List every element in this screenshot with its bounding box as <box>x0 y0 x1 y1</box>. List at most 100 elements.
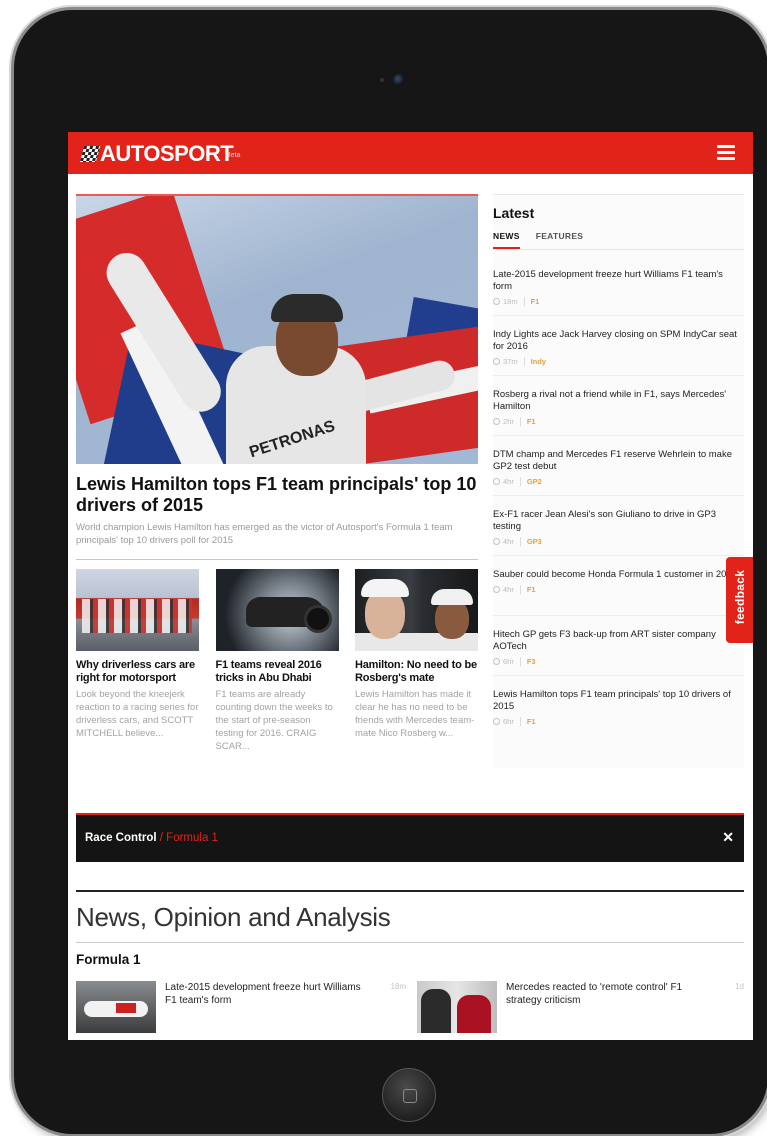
news-meta: 4hr GP3 <box>493 537 744 546</box>
card-description: Look beyond the kneejerk reaction to a r… <box>76 689 199 739</box>
race-control-bar[interactable]: Race Control / Formula 1 ✕ <box>76 813 744 862</box>
clock-icon <box>493 418 500 425</box>
chequered-flag-icon <box>79 146 101 162</box>
tab-news[interactable]: NEWS <box>493 231 520 249</box>
news-category[interactable]: GP3 <box>527 537 542 546</box>
section-divider <box>76 942 744 943</box>
hero-description: World champion Lewis Hamilton has emerge… <box>76 522 453 546</box>
news-title[interactable]: Indy Lights ace Jack Harvey closing on S… <box>493 329 744 353</box>
story-item[interactable]: Late-2015 development freeze hurt Willia… <box>76 981 406 1033</box>
clock-icon <box>493 478 500 485</box>
list-item[interactable]: Late-2015 development freeze hurt Willia… <box>493 256 744 316</box>
race-control-title: Race Control <box>85 832 157 844</box>
section-divider <box>76 559 478 560</box>
news-time: 6hr <box>503 717 514 726</box>
news-meta: 6hr F3 <box>493 657 744 666</box>
news-category[interactable]: F1 <box>527 417 536 426</box>
card-title[interactable]: Hamilton: No need to be Rosberg's mate <box>355 659 478 685</box>
news-title[interactable]: Ex-F1 racer Jean Alesi's son Giuliano to… <box>493 509 744 533</box>
news-time: 18m <box>503 297 518 306</box>
news-section-title: News, Opinion and Analysis <box>76 902 391 932</box>
story-title[interactable]: Mercedes reacted to 'remote control' F1 … <box>506 981 711 1007</box>
feedback-button[interactable]: feedback <box>726 557 753 643</box>
top-bar: AUTOSPORT Beta <box>68 132 753 174</box>
news-meta: 4hr F1 <box>493 585 744 594</box>
news-category[interactable]: GP2 <box>527 477 542 486</box>
news-title[interactable]: DTM champ and Mercedes F1 reserve Wehrle… <box>493 449 744 473</box>
news-meta: 37m Indy <box>493 357 744 366</box>
news-time: 4hr <box>503 477 514 486</box>
news-title[interactable]: Rosberg a rival not a friend while in F1… <box>493 389 744 413</box>
clock-icon <box>493 658 500 665</box>
home-button[interactable] <box>382 1068 436 1122</box>
list-item[interactable]: DTM champ and Mercedes F1 reserve Wehrle… <box>493 436 744 496</box>
screen: AUTOSPORT Beta PETRONAS Lewis Hamilton t… <box>68 132 753 1040</box>
feature-cards: Why driverless cars are right for motors… <box>76 569 478 753</box>
list-item[interactable]: Indy Lights ace Jack Harvey closing on S… <box>493 316 744 376</box>
news-time: 4hr <box>503 537 514 546</box>
card-title[interactable]: F1 teams reveal 2016 tricks in Abu Dhabi <box>216 659 339 685</box>
story-time: 1d <box>735 982 744 991</box>
story-item[interactable]: Mercedes reacted to 'remote control' F1 … <box>417 981 744 1033</box>
card-image[interactable] <box>215 569 339 651</box>
clock-icon <box>493 358 500 365</box>
autosport-logo[interactable]: AUTOSPORT <box>79 141 234 167</box>
list-item[interactable]: Hitech GP gets F3 back-up from ART siste… <box>493 616 744 676</box>
news-category[interactable]: F1 <box>531 297 540 306</box>
news-title[interactable]: Sauber could become Honda Formula 1 cust… <box>493 569 744 581</box>
tab-features[interactable]: FEATURES <box>536 231 584 249</box>
logo-text: AUTOSPORT <box>100 141 234 166</box>
news-meta: 4hr GP2 <box>493 477 744 486</box>
news-category[interactable]: F1 <box>527 585 536 594</box>
latest-tabs: NEWS FEATURES <box>493 231 744 250</box>
card-image[interactable] <box>76 569 199 651</box>
news-meta: 6hr F1 <box>493 717 744 726</box>
beta-badge: Beta <box>226 152 241 159</box>
story-time: 18m <box>390 982 406 991</box>
formula1-subsection-title[interactable]: Formula 1 <box>76 952 141 967</box>
clock-icon <box>493 538 500 545</box>
news-meta: 2hr F1 <box>493 417 744 426</box>
race-control-series[interactable]: Formula 1 <box>166 832 218 844</box>
news-category[interactable]: F1 <box>527 717 536 726</box>
home-icon <box>403 1089 417 1103</box>
main-column: PETRONAS Lewis Hamilton tops F1 team pri… <box>76 194 478 753</box>
race-control-separator: / <box>156 832 167 844</box>
sidebar-divider <box>493 194 744 195</box>
news-title[interactable]: Late-2015 development freeze hurt Willia… <box>493 269 744 293</box>
list-item[interactable]: Ex-F1 racer Jean Alesi's son Giuliano to… <box>493 496 744 556</box>
card-image[interactable] <box>355 569 478 651</box>
story-thumbnail[interactable] <box>76 981 156 1033</box>
latest-heading: Latest <box>493 205 535 221</box>
story-thumbnail[interactable] <box>417 981 497 1033</box>
card-description: Lewis Hamilton has made it clear he has … <box>355 689 475 739</box>
section-divider <box>76 890 744 892</box>
feedback-label: feedback <box>733 569 747 625</box>
news-time: 4hr <box>503 585 514 594</box>
clock-icon <box>493 586 500 593</box>
clock-icon <box>493 718 500 725</box>
hero-headline[interactable]: Lewis Hamilton tops F1 team principals' … <box>76 474 478 516</box>
news-title[interactable]: Lewis Hamilton tops F1 team principals' … <box>493 689 744 713</box>
list-item[interactable]: Rosberg a rival not a friend while in F1… <box>493 376 744 436</box>
feature-card[interactable]: F1 teams reveal 2016 tricks in Abu Dhabi… <box>215 569 339 753</box>
race-control-label: Race Control / Formula 1 <box>85 832 218 844</box>
latest-news-list: Late-2015 development freeze hurt Willia… <box>493 256 744 736</box>
list-item[interactable]: Sauber could become Honda Formula 1 cust… <box>493 556 744 616</box>
news-title[interactable]: Hitech GP gets F3 back-up from ART siste… <box>493 629 744 653</box>
news-time: 37m <box>503 357 518 366</box>
news-category[interactable]: F3 <box>527 657 536 666</box>
news-meta: 18m F1 <box>493 297 744 306</box>
feature-card[interactable]: Hamilton: No need to be Rosberg's mate L… <box>355 569 478 753</box>
sensor-dot <box>380 78 384 82</box>
feature-card[interactable]: Why driverless cars are right for motors… <box>76 569 199 753</box>
list-item[interactable]: Lewis Hamilton tops F1 team principals' … <box>493 676 744 736</box>
close-icon[interactable]: ✕ <box>722 829 734 846</box>
front-camera <box>393 74 405 86</box>
hamburger-menu-icon[interactable] <box>717 145 735 161</box>
hero-image[interactable]: PETRONAS <box>76 196 478 464</box>
news-category[interactable]: Indy <box>531 357 546 366</box>
card-title[interactable]: Why driverless cars are right for motors… <box>76 659 199 685</box>
clock-icon <box>493 298 500 305</box>
story-title[interactable]: Late-2015 development freeze hurt Willia… <box>165 981 370 1007</box>
